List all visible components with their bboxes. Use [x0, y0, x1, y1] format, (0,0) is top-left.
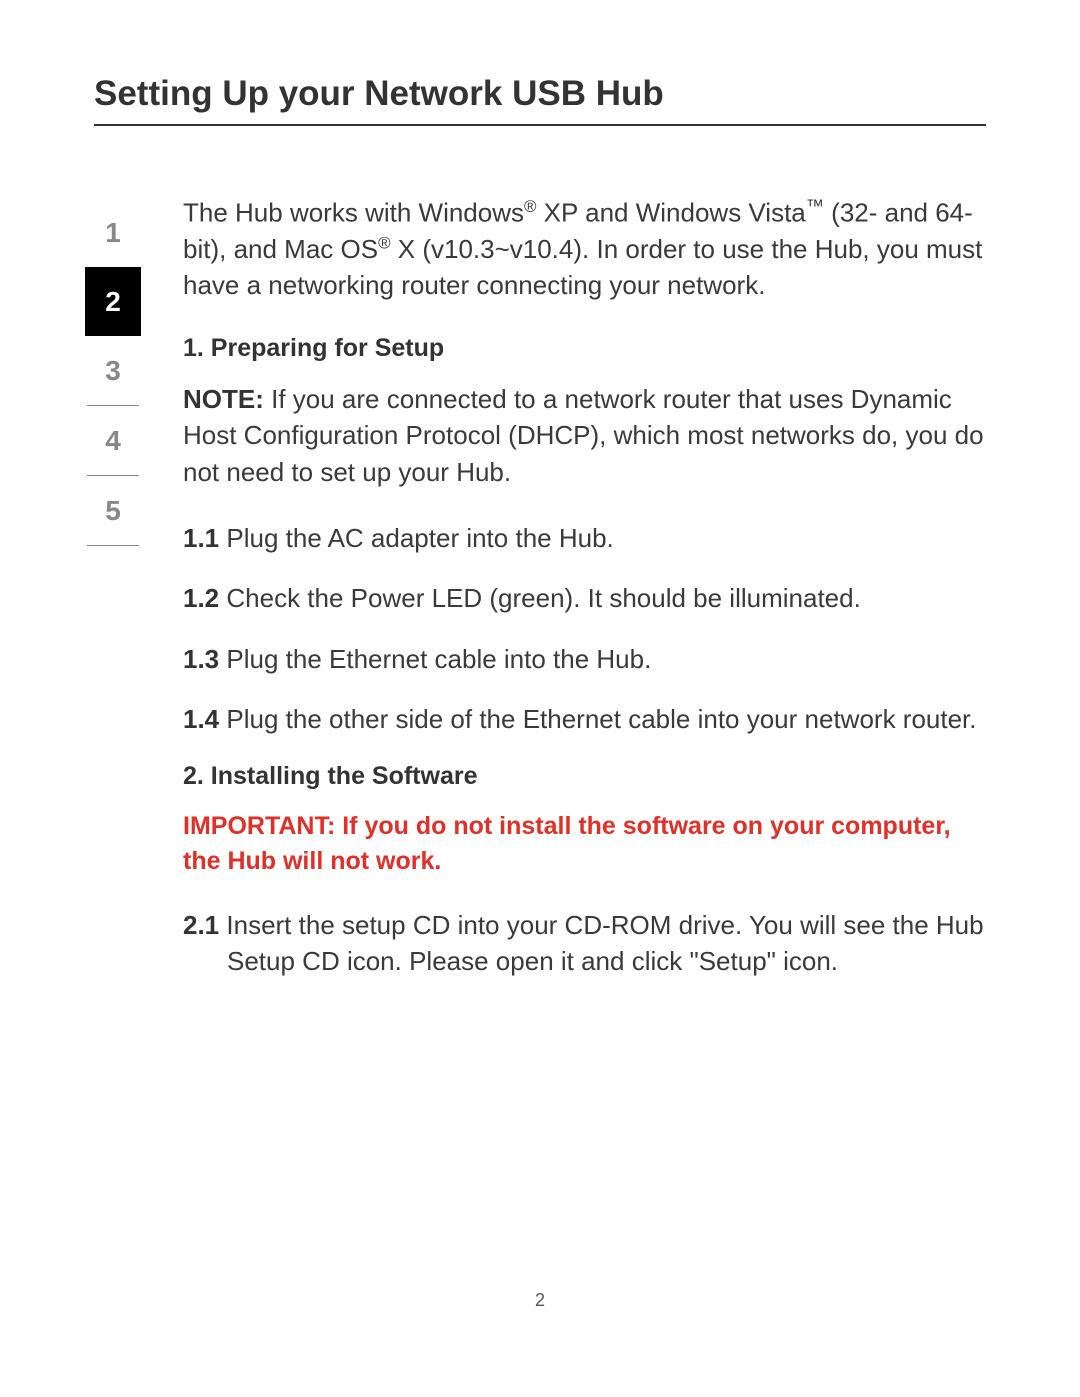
- step-number: 1.3: [183, 644, 219, 674]
- note-text: If you are connected to a network router…: [183, 384, 984, 487]
- step-number: 1.2: [183, 583, 219, 613]
- nav-divider: [87, 545, 139, 546]
- step-text: Plug the AC adapter into the Hub.: [219, 523, 614, 553]
- step-1-1: 1.1 Plug the AC adapter into the Hub.: [183, 520, 986, 556]
- page-title: Setting Up your Network USB Hub: [94, 74, 986, 126]
- section-heading-software: 2. Installing the Software: [183, 762, 986, 791]
- nav-item-2: 2: [85, 267, 141, 336]
- nav-item-1: 1: [85, 198, 141, 267]
- step-2-1: 2.1 Insert the setup CD into your CD-ROM…: [183, 907, 986, 980]
- section-heading-preparing: 1. Preparing for Setup: [183, 334, 986, 363]
- registered-symbol: ®: [524, 197, 536, 216]
- section-nav: 1 2 3 4 5: [85, 198, 141, 546]
- nav-item-4: 4: [85, 406, 141, 475]
- intro-text-2: XP and Windows Vista: [536, 198, 805, 228]
- step-text: Plug the Ethernet cable into the Hub.: [219, 644, 651, 674]
- step-text: Plug the other side of the Ethernet cabl…: [219, 704, 976, 734]
- step-number: 1.1: [183, 523, 219, 553]
- page-number: 2: [535, 1290, 545, 1311]
- main-content: The Hub works with Windows® XP and Windo…: [183, 194, 986, 1003]
- trademark-symbol: ™: [806, 196, 824, 216]
- registered-symbol: ®: [378, 233, 390, 252]
- intro-text-1: The Hub works with Windows: [183, 198, 524, 228]
- important-warning: IMPORTANT: If you do not install the sof…: [183, 809, 986, 879]
- intro-paragraph: The Hub works with Windows® XP and Windo…: [183, 194, 986, 304]
- step-text: Insert the setup CD into your CD-ROM dri…: [219, 910, 983, 976]
- note-label: NOTE:: [183, 384, 264, 414]
- step-text: Check the Power LED (green). It should b…: [219, 583, 861, 613]
- step-1-4: 1.4 Plug the other side of the Ethernet …: [183, 701, 986, 737]
- nav-item-5: 5: [85, 476, 141, 545]
- step-1-2: 1.2 Check the Power LED (green). It shou…: [183, 580, 986, 616]
- nav-item-3: 3: [85, 336, 141, 405]
- step-number: 1.4: [183, 704, 219, 734]
- note-paragraph: NOTE: If you are connected to a network …: [183, 381, 986, 490]
- step-number: 2.1: [183, 910, 219, 940]
- step-1-3: 1.3 Plug the Ethernet cable into the Hub…: [183, 641, 986, 677]
